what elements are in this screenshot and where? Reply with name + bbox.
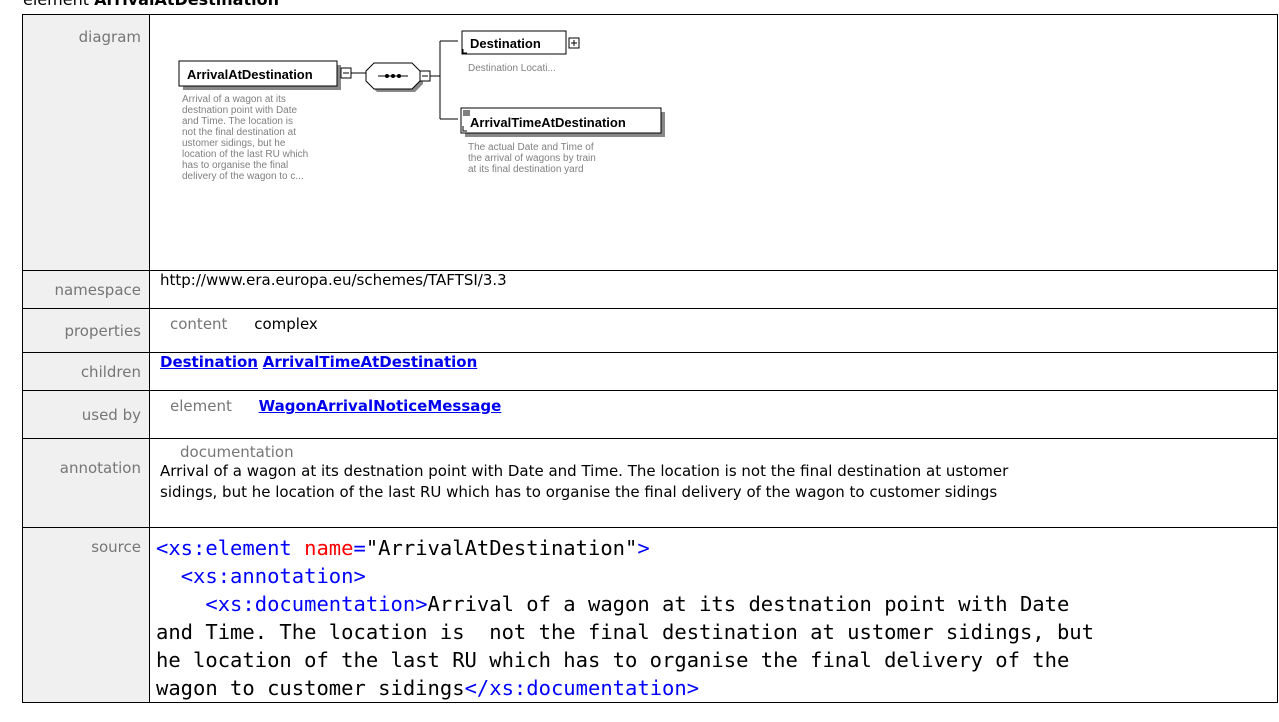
child-arrivaltime-doc-2: the arrival of wagons by train [468,153,596,164]
child-destination-name: Destination [470,36,541,51]
src-doc-text-2: and Time. The location is not the final … [156,620,1094,644]
source-row: source <xs:element name="ArrivalAtDestin… [22,527,1278,703]
src-attr-eq: = [353,536,366,560]
heading-element-name: ArrivalAtDestination [94,0,279,9]
root-doc-8: delivery of the wagon to c... [182,171,304,182]
diagram-cell: ArrivalAtDestination Destination Destina… [149,14,1278,271]
root-doc-3: and Time. The location is [182,116,293,127]
root-element-name: ArrivalAtDestination [187,67,313,82]
annotation-key: documentation [180,443,294,461]
usedby-link[interactable]: WagonArrivalNoticeMessage [259,397,502,415]
properties-row: properties content complex [22,308,1278,353]
root-doc-7: has to organise the final [182,160,288,171]
child-link-destination[interactable]: Destination [160,353,258,371]
usedby-label: used by [22,390,150,439]
root-doc-1: Arrival of a wagon at its [182,94,286,105]
src-attr-val: "ArrivalAtDestination" [365,536,638,560]
src-doc-text-1: Arrival of a wagon at its destnation poi… [427,592,1070,616]
source-cell: <xs:element name="ArrivalAtDestination">… [149,527,1278,703]
usedby-key: element [170,397,232,415]
child-arrivaltime-doc-1: The actual Date and Time of [468,142,594,153]
children-cell: Destination ArrivalTimeAtDestination [149,352,1278,391]
source-code: <xs:element name="ArrivalAtDestination">… [156,534,1277,702]
element-doc-table: diagram ArrivalAtDestination Destination… [22,14,1278,703]
diagram-label: diagram [22,14,150,271]
root-doc-5: ustomer sidings, but he [182,138,286,149]
namespace-label: namespace [22,270,150,309]
child-arrivaltime-name: ArrivalTimeAtDestination [470,115,626,130]
usedby-row: used by element WagonArrivalNoticeMessag… [22,390,1278,439]
page-title: element ArrivalAtDestination [23,0,279,9]
src-doc-text-4: wagon to customer sidings [156,676,465,700]
annotation-text: Arrival of a wagon at its destnation poi… [160,461,1277,503]
src-doc-text-3: he location of the last RU which has to … [156,648,1070,672]
property-value: complex [254,315,318,333]
namespace-value: http://www.era.europa.eu/schemes/TAFTSI/… [149,270,1278,309]
root-doc-2: destnation point with Date [182,105,298,116]
diagram-row: diagram ArrivalAtDestination Destination… [22,14,1278,271]
annotation-cell: documentation Arrival of a wagon at its … [149,438,1278,528]
annotation-row: annotation documentation Arrival of a wa… [22,438,1278,528]
child-link-arrivaltime[interactable]: ArrivalTimeAtDestination [263,353,478,371]
property-key: content [170,315,228,333]
annotation-label: annotation [22,438,150,528]
annotation-text-line1: Arrival of a wagon at its destnation poi… [160,462,1009,480]
children-label: children [22,352,150,391]
diagram-svg: ArrivalAtDestination Destination Destina… [178,30,665,182]
children-row: children Destination ArrivalTimeAtDestin… [22,352,1278,391]
heading-prefix: element [23,0,89,9]
src-anno-open: <xs:annotation> [180,564,366,588]
src-doc-open: <xs:documentation> [205,592,428,616]
src-el-open: <xs:element [156,536,292,560]
schema-diagram: ArrivalAtDestination Destination Destina… [150,15,1277,257]
src-el-close: > [637,536,650,560]
namespace-row: namespace http://www.era.europa.eu/schem… [22,270,1278,309]
child-arrivaltime-doc-3: at its final destination yard [468,164,584,175]
properties-cell: content complex [149,308,1278,353]
properties-label: properties [22,308,150,353]
annotation-text-line2: sidings, but he location of the last RU … [160,483,998,501]
root-doc-6: location of the last RU which [182,149,308,160]
child-destination-doc: Destination Locati... [468,63,556,74]
usedby-cell: element WagonArrivalNoticeMessage [149,390,1278,439]
src-doc-close: </xs:documentation> [464,676,700,700]
src-attr-name: name [291,536,354,560]
source-label: source [22,527,150,703]
root-doc-4: not the final destination at [182,127,296,138]
